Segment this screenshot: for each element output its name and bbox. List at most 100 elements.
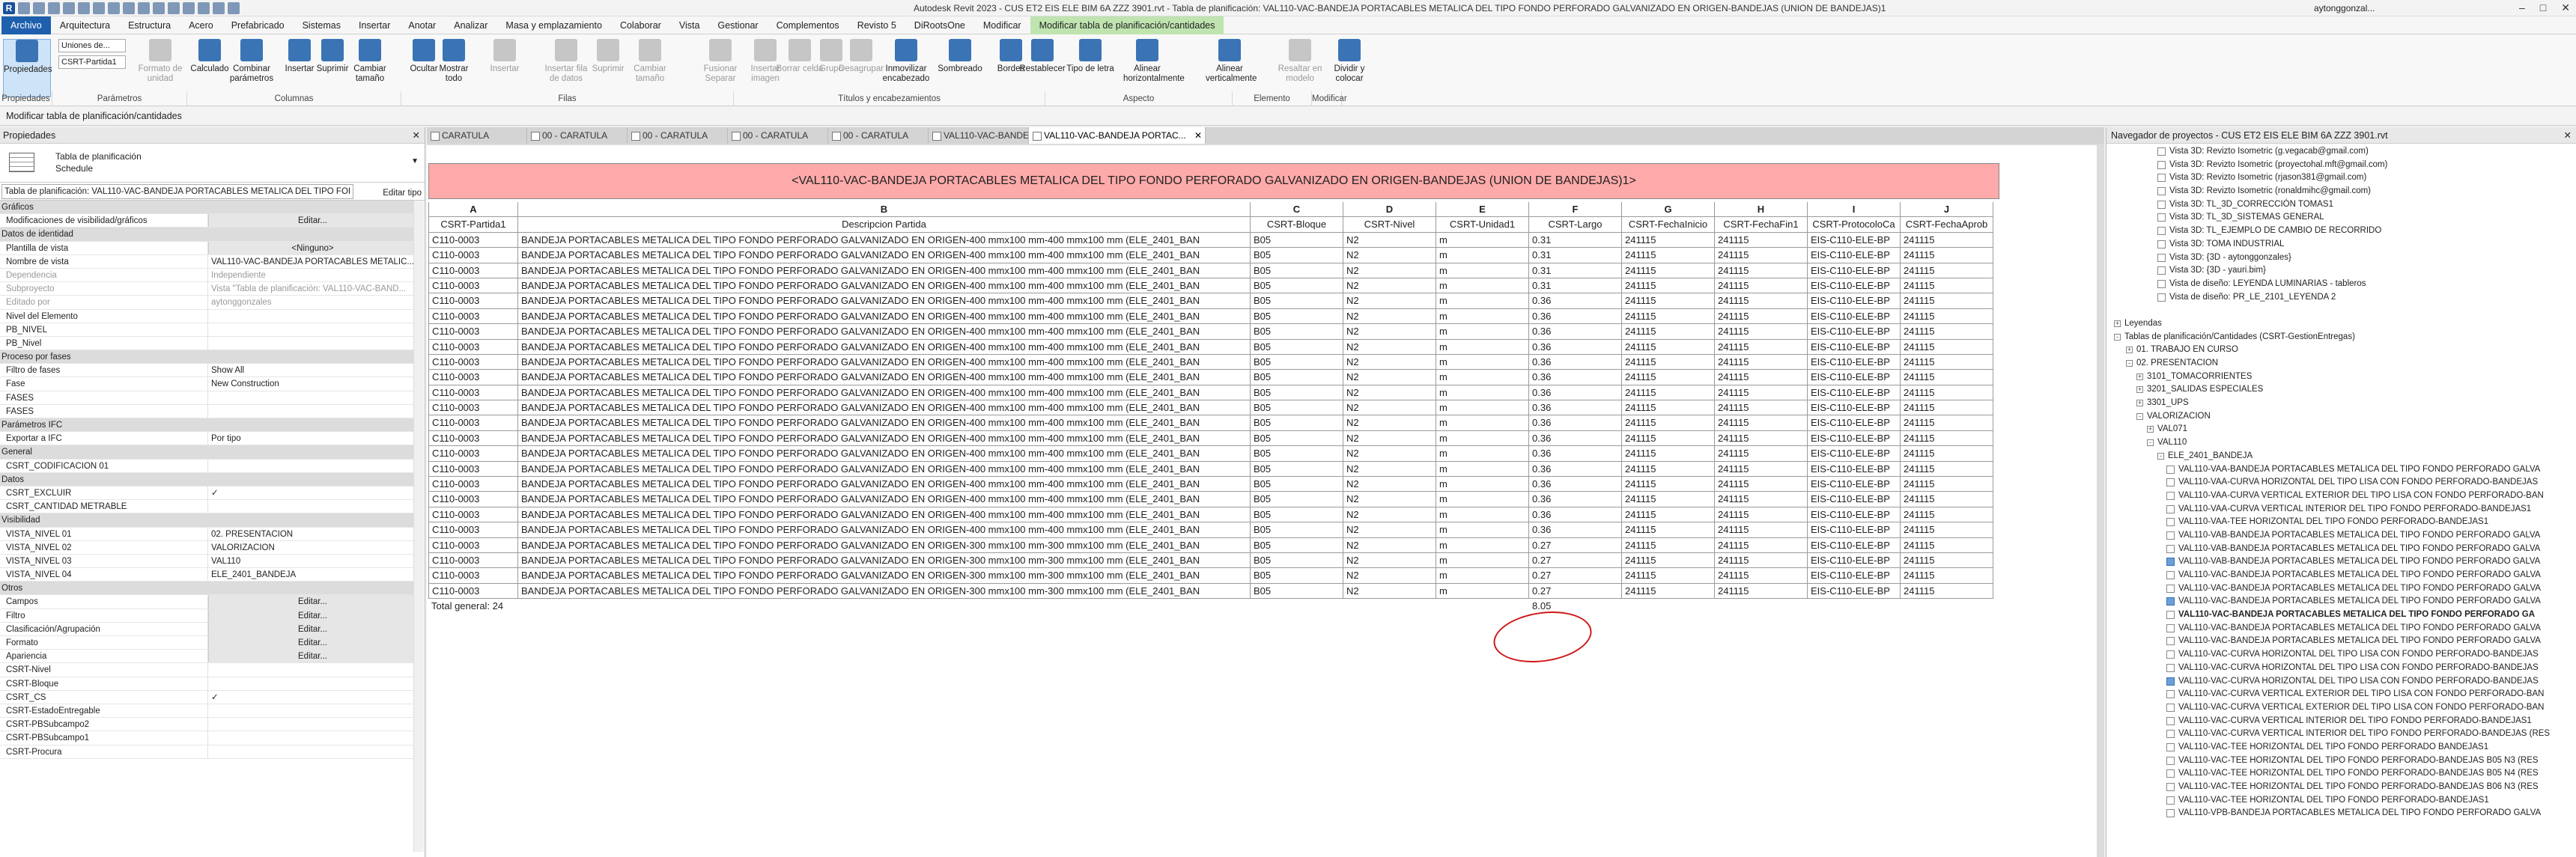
table-cell[interactable]: N2	[1343, 552, 1436, 569]
table-cell[interactable]: C110-0003	[428, 522, 518, 538]
column-letter[interactable]: H	[1715, 202, 1808, 218]
table-cell[interactable]: 0.36	[1529, 308, 1622, 325]
table-cell[interactable]: BANDEJA PORTACABLES METALICA DEL TIPO FO…	[518, 415, 1251, 431]
property-row[interactable]: VISTA_NIVEL 03 VAL110	[0, 554, 413, 569]
table-cell[interactable]: 241115	[1622, 461, 1715, 478]
collapse-icon[interactable]: -	[2126, 360, 2133, 367]
table-cell[interactable]: m	[1436, 293, 1529, 309]
tree-item[interactable]: VAL110-VAC-CURVA VERTICAL EXTERIOR DEL T…	[2106, 688, 2574, 701]
tag-icon[interactable]	[138, 2, 150, 14]
menu-tab-arquitectura[interactable]: Arquitectura	[51, 16, 119, 34]
table-cell[interactable]: BANDEJA PORTACABLES METALICA DEL TIPO FO…	[518, 339, 1251, 355]
expand-icon[interactable]: +	[2114, 320, 2121, 327]
tree-item[interactable]: VAL110-VAC-CURVA HORIZONTAL DEL TIPO LIS…	[2106, 675, 2574, 689]
print-icon[interactable]	[93, 2, 105, 14]
menu-tab-prefabricado[interactable]: Prefabricado	[222, 16, 294, 34]
table-cell[interactable]: 241115	[1901, 354, 1993, 370]
table-cell[interactable]: N2	[1343, 507, 1436, 523]
table-cell[interactable]: N2	[1343, 263, 1436, 278]
table-cell[interactable]: m	[1436, 522, 1529, 538]
property-edit-button[interactable]: Editar...	[208, 214, 413, 228]
table-cell[interactable]: N2	[1343, 446, 1436, 462]
table-cell[interactable]: BANDEJA PORTACABLES METALICA DEL TIPO FO…	[518, 324, 1251, 340]
tree-item[interactable]: +3201_SALIDAS ESPECIALES	[2106, 383, 2574, 397]
property-value[interactable]: aytonggonzales	[208, 296, 413, 308]
table-cell[interactable]: 241115	[1901, 477, 1993, 492]
table-cell[interactable]: C110-0003	[428, 370, 518, 385]
table-cell[interactable]: 241115	[1901, 339, 1993, 355]
table-cell[interactable]: N2	[1343, 278, 1436, 294]
table-cell[interactable]: N2	[1343, 354, 1436, 370]
property-value[interactable]	[208, 704, 413, 717]
table-cell[interactable]: BANDEJA PORTACABLES METALICA DEL TIPO FO…	[518, 507, 1251, 523]
table-cell[interactable]: B05	[1251, 507, 1343, 523]
tree-item[interactable]: VAL110-VAA-CURVA VERTICAL INTERIOR DEL T…	[2106, 503, 2574, 516]
table-cell[interactable]: EIS-C110-ELE-BP	[1808, 293, 1901, 309]
table-cell[interactable]: C110-0003	[428, 461, 518, 478]
table-cell[interactable]: m	[1436, 263, 1529, 278]
column-header[interactable]: CSRT-ProtocoloCa	[1808, 217, 1901, 233]
switch-windows-icon[interactable]	[228, 2, 240, 14]
property-row[interactable]: VISTA_NIVEL 02 VALORIZACION	[0, 540, 413, 555]
table-cell[interactable]: m	[1436, 278, 1529, 294]
table-cell[interactable]: EIS-C110-ELE-BP	[1808, 522, 1901, 538]
table-cell[interactable]: N2	[1343, 400, 1436, 416]
table-cell[interactable]: 241115	[1901, 537, 1993, 553]
table-cell[interactable]: 241115	[1901, 293, 1993, 309]
tree-item[interactable]: VAL110-VAC-TEE HORIZONTAL DEL TIPO FONDO…	[2106, 794, 2574, 808]
ribbon-button-mostrar-todo[interactable]: Mostrar todo	[430, 39, 478, 84]
property-value[interactable]	[208, 405, 413, 418]
table-cell[interactable]: 241115	[1715, 537, 1808, 553]
table-cell[interactable]: N2	[1343, 461, 1436, 478]
table-cell[interactable]: B05	[1251, 400, 1343, 416]
table-cell[interactable]: C110-0003	[428, 537, 518, 553]
property-edit-button[interactable]: Editar...	[208, 636, 413, 650]
table-cell[interactable]: C110-0003	[428, 339, 518, 355]
table-cell[interactable]: 241115	[1622, 400, 1715, 416]
property-row[interactable]: CSRT-Nivel	[0, 663, 413, 677]
tree-item[interactable]: -02. PRESENTACION	[2106, 357, 2574, 370]
tree-item[interactable]: VAL110-VAC-BANDEJA PORTACABLES METALICA …	[2106, 635, 2574, 648]
ribbon-button-alinear-verticalmente[interactable]: Alinear verticalmente	[1206, 39, 1257, 84]
column-letter[interactable]: A	[428, 202, 518, 218]
table-cell[interactable]: EIS-C110-ELE-BP	[1808, 354, 1901, 370]
tree-item[interactable]: + VAL071	[2106, 423, 2574, 436]
tree-item[interactable]: VAL110-VAA-CURVA VERTICAL EXTERIOR DEL T…	[2106, 490, 2574, 503]
table-cell[interactable]: BANDEJA PORTACABLES METALICA DEL TIPO FO…	[518, 568, 1251, 584]
table-cell[interactable]: 241115	[1622, 522, 1715, 538]
table-cell[interactable]: 241115	[1715, 385, 1808, 401]
tree-item[interactable]: +01. TRABAJO EN CURSO	[2106, 344, 2574, 357]
table-cell[interactable]: BANDEJA PORTACABLES METALICA DEL TIPO FO…	[518, 370, 1251, 385]
table-cell[interactable]: N2	[1343, 430, 1436, 447]
table-cell[interactable]: C110-0003	[428, 324, 518, 340]
table-cell[interactable]: BANDEJA PORTACABLES METALICA DEL TIPO FO…	[518, 308, 1251, 325]
table-cell[interactable]: 241115	[1901, 263, 1993, 278]
menu-tab-acero[interactable]: Acero	[180, 16, 222, 34]
property-row[interactable]: Nivel del Elemento	[0, 309, 413, 323]
table-cell[interactable]: B05	[1251, 354, 1343, 370]
table-cell[interactable]: B05	[1251, 583, 1343, 600]
menu-tab-insertar[interactable]: Insertar	[350, 16, 399, 34]
view-tab[interactable]: CARATULA	[427, 127, 527, 144]
table-cell[interactable]: m	[1436, 385, 1529, 401]
table-cell[interactable]: B05	[1251, 339, 1343, 355]
tree-item[interactable]: +3301_UPS	[2106, 397, 2574, 410]
table-cell[interactable]: 241115	[1901, 430, 1993, 447]
table-cell[interactable]: BANDEJA PORTACABLES METALICA DEL TIPO FO…	[518, 583, 1251, 600]
table-cell[interactable]: 241115	[1622, 232, 1715, 248]
ribbon-button-sombreado[interactable]: Sombreado	[936, 39, 984, 74]
table-cell[interactable]: C110-0003	[428, 415, 518, 431]
property-row[interactable]: CSRT_CANTIDAD METRABLE	[0, 500, 413, 514]
table-cell[interactable]: 241115	[1901, 568, 1993, 584]
close-icon[interactable]: ✕	[2561, 1, 2570, 14]
table-cell[interactable]: 241115	[1622, 492, 1715, 507]
property-value[interactable]: 02. PRESENTACION	[208, 528, 413, 540]
table-cell[interactable]: N2	[1343, 477, 1436, 492]
table-cell[interactable]: EIS-C110-ELE-BP	[1808, 537, 1901, 553]
table-cell[interactable]: C110-0003	[428, 583, 518, 600]
column-header[interactable]: CSRT-FechaInicio	[1622, 217, 1715, 233]
table-cell[interactable]: 241115	[1622, 537, 1715, 553]
type-selector[interactable]: Tabla de planificación Schedule ▼	[0, 144, 425, 183]
thin-lines-icon[interactable]	[198, 2, 210, 14]
property-row[interactable]: Exportar a IFC Por tipo	[0, 432, 413, 446]
